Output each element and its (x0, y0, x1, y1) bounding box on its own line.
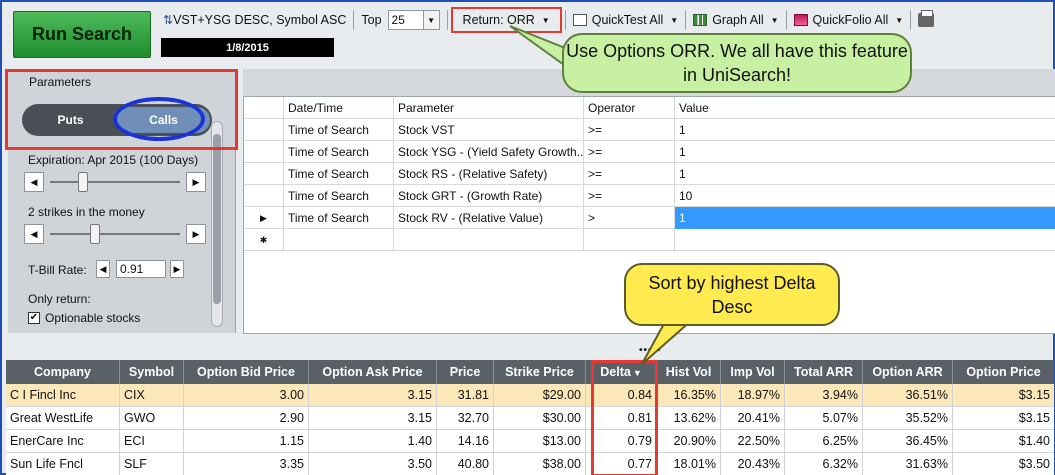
orr-callout: Use Options ORR. We all have this featur… (562, 33, 912, 93)
app-window: Run Search ⇅ VST+YSG DESC, Symbol ASC To… (0, 0, 1055, 475)
delta-callout: Sort by highest Delta Desc (624, 263, 840, 326)
delta-callout-pointer (641, 319, 695, 365)
